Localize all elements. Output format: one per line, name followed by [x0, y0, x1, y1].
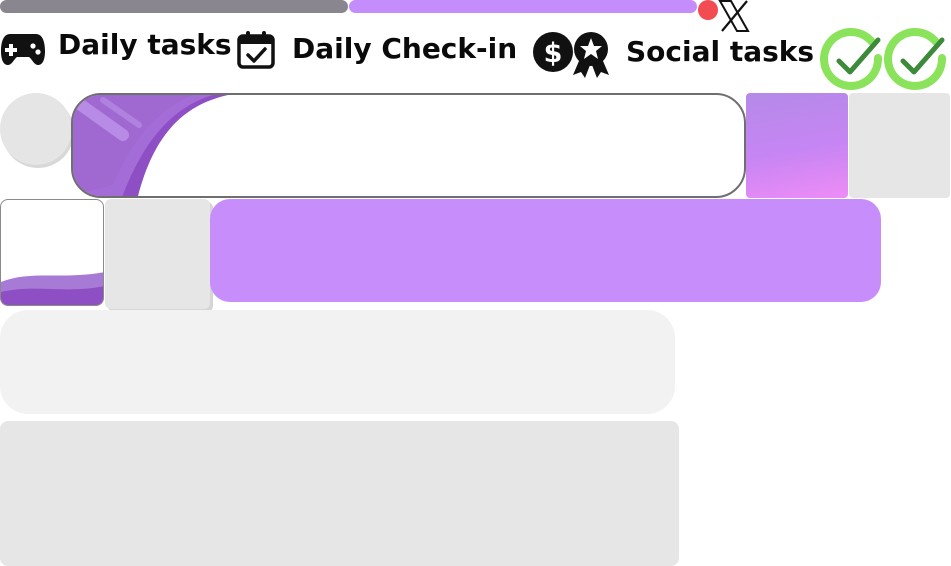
- calendar-check-icon: [236, 30, 276, 70]
- progress-bar-purple: [349, 0, 697, 13]
- small-task-card[interactable]: [0, 199, 104, 306]
- check-circle-icon: [820, 28, 886, 94]
- content-panel: [0, 310, 675, 414]
- content-panel: [0, 421, 679, 566]
- check-circle-icon: [884, 28, 950, 94]
- screen: Daily tasks Daily Check-in $ Social task…: [0, 0, 951, 566]
- dollar-coin-icon: $: [532, 31, 574, 73]
- medal-icon: [571, 31, 611, 79]
- x-icon[interactable]: [717, 0, 751, 32]
- purple-tile[interactable]: [746, 93, 848, 198]
- svg-text:$: $: [544, 38, 563, 69]
- social-tasks-heading: Social tasks: [626, 35, 815, 68]
- placeholder-tile: [849, 93, 950, 198]
- notification-dot: [698, 0, 718, 20]
- daily-checkin-heading: Daily Check-in: [292, 32, 518, 65]
- action-button[interactable]: [210, 199, 881, 302]
- progress-bar-gray: [0, 0, 348, 13]
- task-card[interactable]: [71, 93, 746, 198]
- gamepad-icon: [0, 29, 46, 69]
- placeholder-tile: [105, 199, 210, 309]
- daily-tasks-heading: Daily tasks: [58, 28, 232, 61]
- avatar-placeholder: [0, 93, 72, 165]
